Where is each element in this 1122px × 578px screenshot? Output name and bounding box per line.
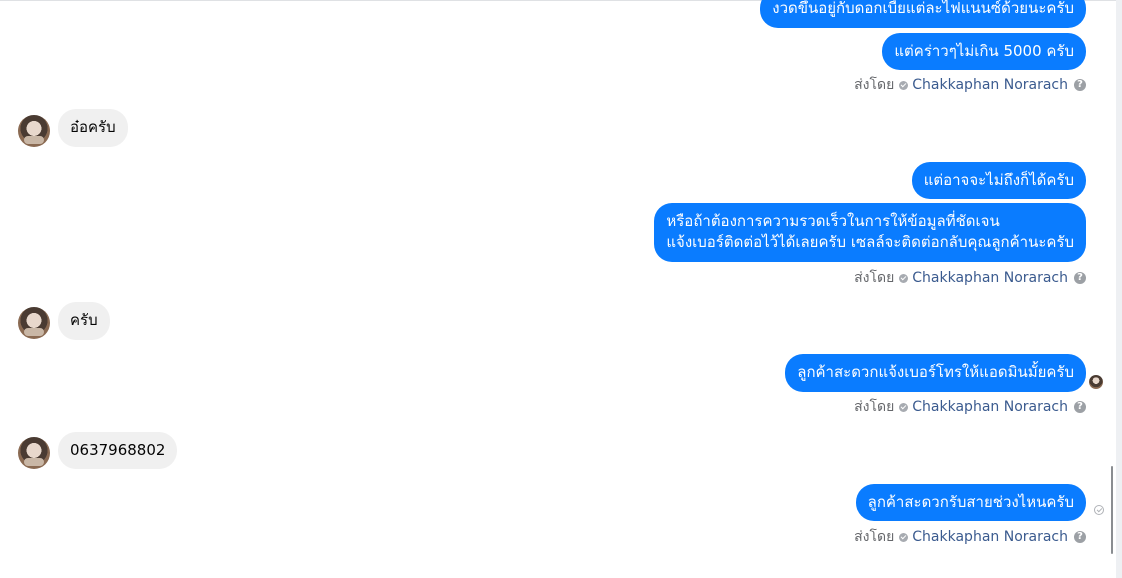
incoming-message[interactable]: 0637968802: [58, 432, 178, 469]
message-text: ลูกค้าสะดวกรับสายช่วงไหนครับ: [867, 493, 1074, 511]
outgoing-message[interactable]: หรือถ้าต้องการความรวดเร็วในการให้ข้อมูลท…: [654, 203, 1086, 262]
sent-by-line: ส่งโดย Chakkaphan Norarach ?: [854, 528, 1086, 546]
message-text: อ๋อครับ: [70, 118, 116, 136]
message-text: ลูกค้าสะดวกแจ้งเบอร์โทรให้แอดมินมั้ยครับ: [797, 363, 1074, 381]
verified-icon: [899, 80, 909, 90]
outgoing-message[interactable]: งวดขึ้นอยู่กับดอกเบี้ยแต่ละไฟแนนซ์ด้วยนะ…: [760, 0, 1086, 28]
sent-by-line: ส่งโดย Chakkaphan Norarach ?: [854, 398, 1086, 416]
sent-by-label: ส่งโดย: [854, 270, 895, 286]
sender-name[interactable]: Chakkaphan Norarach: [912, 269, 1068, 287]
sent-by-label: ส่งโดย: [854, 529, 895, 545]
sender-name[interactable]: Chakkaphan Norarach: [912, 528, 1068, 546]
sent-by-line: ส่งโดย Chakkaphan Norarach ?: [854, 269, 1086, 287]
sent-by-line: ส่งโดย Chakkaphan Norarach ?: [854, 76, 1086, 94]
scrollbar-thumb[interactable]: [1111, 466, 1113, 554]
help-icon[interactable]: ?: [1074, 531, 1086, 543]
message-text: แจ้งเบอร์ติดต่อไว้ได้เลยครับ เซลล์จะติดต…: [666, 233, 1074, 251]
seen-avatar-icon: [1089, 375, 1103, 389]
sent-by-label: ส่งโดย: [854, 399, 895, 415]
outgoing-message[interactable]: แต่อาจจะไม่ถึงก็ได้ครับ: [911, 162, 1086, 199]
message-text: งวดขึ้นอยู่กับดอกเบี้ยแต่ละไฟแนนซ์ด้วยนะ…: [772, 0, 1074, 17]
sent-by-label: ส่งโดย: [854, 77, 895, 93]
help-icon[interactable]: ?: [1074, 272, 1086, 284]
incoming-message[interactable]: อ๋อครับ: [58, 109, 128, 147]
help-icon[interactable]: ?: [1074, 401, 1086, 413]
message-text: หรือถ้าต้องการความรวดเร็วในการให้ข้อมูลท…: [666, 212, 1000, 230]
message-text: แต่คร่าวๆไม่เกิน 5000 ครับ: [894, 42, 1074, 60]
outgoing-message[interactable]: ลูกค้าสะดวกรับสายช่วงไหนครับ: [855, 484, 1086, 521]
contact-avatar[interactable]: [18, 307, 50, 339]
delivered-check-icon: [1094, 505, 1104, 515]
verified-icon: [899, 273, 909, 283]
message-text: ครับ: [70, 311, 98, 329]
scrollbar-track[interactable]: [1116, 0, 1122, 578]
outgoing-message[interactable]: แต่คร่าวๆไม่เกิน 5000 ครับ: [882, 33, 1086, 70]
contact-avatar[interactable]: [18, 115, 50, 147]
message-text: แต่อาจจะไม่ถึงก็ได้ครับ: [923, 171, 1074, 189]
verified-icon: [899, 402, 909, 412]
sender-name[interactable]: Chakkaphan Norarach: [912, 76, 1068, 94]
verified-icon: [899, 532, 909, 542]
message-text: 0637968802: [70, 441, 166, 459]
incoming-message[interactable]: ครับ: [58, 302, 110, 340]
outgoing-message[interactable]: ลูกค้าสะดวกแจ้งเบอร์โทรให้แอดมินมั้ยครับ: [785, 354, 1086, 392]
contact-avatar[interactable]: [18, 437, 50, 469]
sender-name[interactable]: Chakkaphan Norarach: [912, 398, 1068, 416]
help-icon[interactable]: ?: [1074, 79, 1086, 91]
